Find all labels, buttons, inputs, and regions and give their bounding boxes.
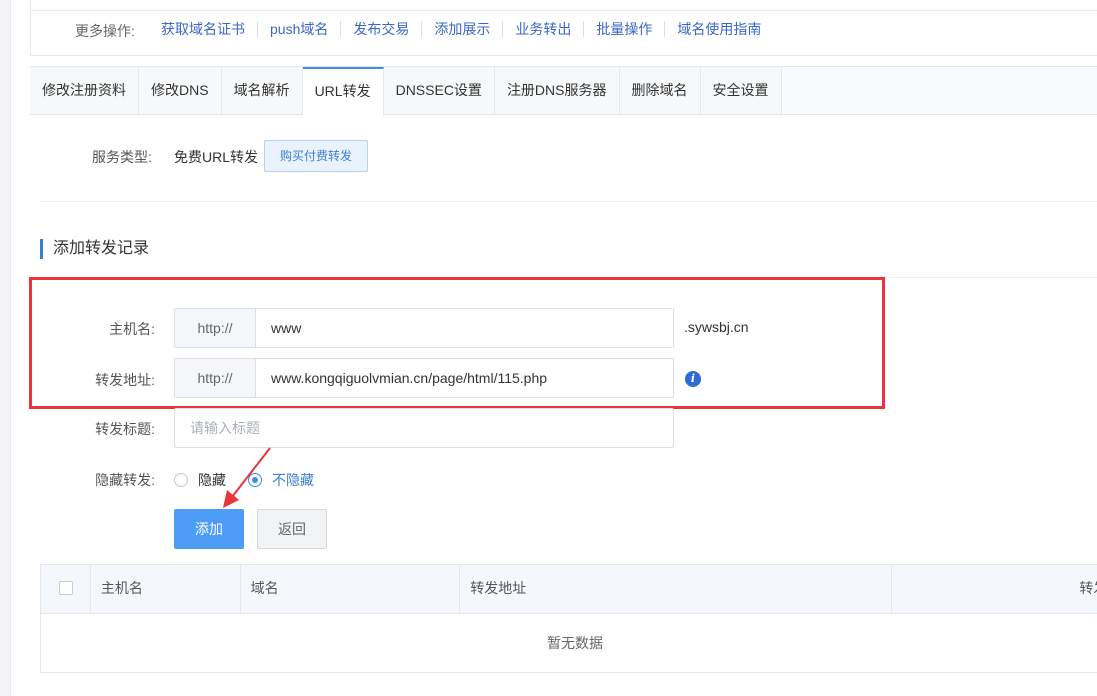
service-type-value: 免费URL转发 xyxy=(174,149,259,165)
tab-dnssec[interactable]: DNSSEC设置 xyxy=(383,67,495,114)
column-forward: 转发 xyxy=(892,565,1097,613)
link-publish-trade[interactable]: 发布交易 xyxy=(340,21,421,37)
link-push-domain[interactable]: push域名 xyxy=(257,21,340,37)
link-domain-guide[interactable]: 域名使用指南 xyxy=(664,21,773,37)
annotation-arrow-icon xyxy=(223,447,271,508)
more-operations-links: 获取域名证书 push域名 发布交易 添加展示 业务转出 批量操作 域名使用指南 xyxy=(149,21,773,37)
link-add-display[interactable]: 添加展示 xyxy=(421,21,502,37)
header-checkbox-cell xyxy=(41,565,91,613)
link-get-certificate[interactable]: 获取域名证书 xyxy=(149,21,257,37)
back-button[interactable]: 返回 xyxy=(257,509,327,549)
forward-records-table: 主机名 域名 转发地址 转发 暂无数据 xyxy=(40,564,1097,673)
tab-url-forward[interactable]: URL转发 xyxy=(302,67,384,116)
radio-no-hide-label: 不隐藏 xyxy=(272,472,314,488)
divider xyxy=(40,201,1097,202)
tab-register-dns-server[interactable]: 注册DNS服务器 xyxy=(494,67,620,114)
tab-security[interactable]: 安全设置 xyxy=(700,67,782,114)
column-domain: 域名 xyxy=(241,565,461,613)
forward-title-input[interactable] xyxy=(174,408,674,448)
left-sidebar-edge xyxy=(0,0,11,696)
more-bar-divider xyxy=(31,10,1097,11)
tab-delete-domain[interactable]: 删除域名 xyxy=(619,67,701,114)
more-operations-label: 更多操作: xyxy=(75,23,135,39)
highlight-annotation-box xyxy=(29,277,885,409)
forward-title-label: 转发标题: xyxy=(95,421,155,437)
service-type-label: 服务类型: xyxy=(92,149,152,165)
column-forward-label: 转发 xyxy=(1079,580,1097,596)
domain-tabs: 修改注册资料 修改DNS 域名解析 URL转发 DNSSEC设置 注册DNS服务… xyxy=(30,66,1097,116)
tab-edit-registration[interactable]: 修改注册资料 xyxy=(30,67,139,114)
section-title: 添加转发记录 xyxy=(40,239,149,259)
column-host: 主机名 xyxy=(91,565,241,613)
select-all-checkbox[interactable] xyxy=(59,581,73,595)
empty-state: 暂无数据 xyxy=(547,635,603,651)
radio-circle[interactable] xyxy=(174,473,188,487)
tab-edit-dns[interactable]: 修改DNS xyxy=(139,67,222,114)
buy-paid-forward-button[interactable]: 购买付费转发 xyxy=(264,140,368,172)
table-header: 主机名 域名 转发地址 转发 xyxy=(41,565,1097,614)
add-button[interactable]: 添加 xyxy=(174,509,244,549)
tab-domain-resolve[interactable]: 域名解析 xyxy=(221,67,303,114)
hide-forward-label: 隐藏转发: xyxy=(95,472,155,488)
more-operations-bar: 更多操作: 获取域名证书 push域名 发布交易 添加展示 业务转出 批量操作 … xyxy=(30,0,1097,56)
link-transfer-out[interactable]: 业务转出 xyxy=(502,21,583,37)
link-batch-ops[interactable]: 批量操作 xyxy=(583,21,664,37)
column-forward-address: 转发地址 xyxy=(460,565,893,613)
